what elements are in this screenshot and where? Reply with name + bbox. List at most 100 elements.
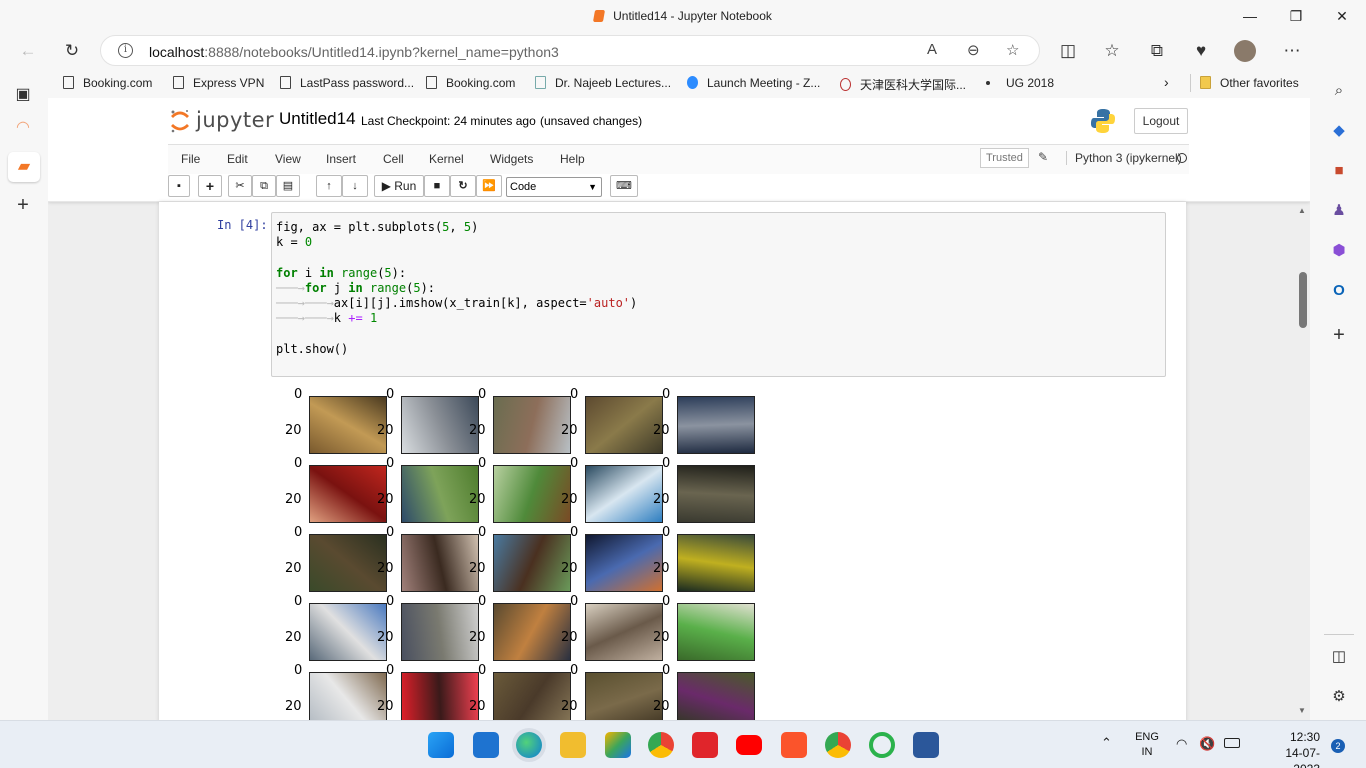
wifi-icon[interactable]: ◠ [1176,736,1187,752]
add-sidebar-app-icon[interactable]: + [1328,324,1350,346]
edge-browser-icon[interactable] [516,732,542,758]
favorite-link[interactable]: Express VPN [173,76,264,90]
read-aloud-icon[interactable]: A [927,41,937,58]
more-menu-icon[interactable]: ⋯ [1281,40,1303,62]
file-explorer-icon[interactable] [560,732,586,758]
language-indicator[interactable]: ENG IN [1134,730,1160,760]
minimize-button[interactable]: — [1240,6,1260,26]
word-icon[interactable] [913,732,939,758]
menu-cell[interactable]: Cell [383,152,404,166]
subplot-image [401,672,479,720]
system-clock[interactable]: 12:3014-07-2023 [1280,729,1320,768]
move-down-icon[interactable]: ↓ [342,175,368,197]
y-tick-label: 20 [653,699,670,714]
edit-pencil-icon[interactable]: ✎ [1038,150,1048,164]
refresh-icon[interactable]: ↻ [61,40,83,62]
zoom-icon[interactable]: ⊖ [967,41,980,59]
loading-tab-icon[interactable]: ◠ [12,117,34,139]
search-icon[interactable]: ⌕ [1328,80,1350,102]
games-icon[interactable]: ♟ [1328,200,1350,222]
folder-icon [1200,76,1211,89]
save-icon[interactable]: ▪ [168,175,190,197]
outlook-icon[interactable]: O [1328,280,1350,302]
favorite-link[interactable]: Booking.com [426,76,515,90]
menu-kernel[interactable]: Kernel [429,152,464,166]
run-button[interactable]: ▶ Run [374,175,424,197]
other-favorites[interactable]: Other favorites [1200,76,1299,90]
favorites-icon[interactable]: ☆ [1101,40,1123,62]
code-text[interactable]: fig, ax = plt.subplots(5, 5) k = 0 for i… [276,220,637,357]
paste-icon[interactable]: ▤ [276,175,300,197]
brave-icon[interactable] [781,732,807,758]
menu-widgets[interactable]: Widgets [490,152,533,166]
tools-icon[interactable]: ■ [1328,160,1350,182]
mail-icon[interactable] [473,732,499,758]
subplot-image [493,465,571,523]
trusted-indicator[interactable]: Trusted [980,148,1029,168]
subplot-image [401,465,479,523]
copy-icon[interactable]: ⧉ [252,175,276,197]
favorite-link[interactable]: Launch Meeting - Z... [687,76,820,90]
address-bar[interactable]: i localhost:8888/notebooks/Untitled14.ip… [100,35,1040,66]
url-text[interactable]: localhost:8888/notebooks/Untitled14.ipyn… [149,44,559,60]
favorite-link[interactable]: UG 2018 [986,76,1054,90]
jupyter-tab-icon[interactable]: ▰ [8,152,40,182]
menu-insert[interactable]: Insert [326,152,356,166]
favorite-link[interactable]: 天津医科大学国际... [840,76,966,93]
y-tick-label: 20 [285,492,302,507]
cell-type-select[interactable]: Code ▼ [506,177,602,197]
menu-file[interactable]: File [181,152,200,166]
move-up-icon[interactable]: ↑ [316,175,342,197]
code-cell-input[interactable]: fig, ax = plt.subplots(5, 5) k = 0 for i… [271,212,1166,377]
logout-button[interactable]: Logout [1134,108,1188,134]
chevron-right-icon[interactable]: › [1164,74,1169,90]
scroll-up-icon[interactable]: ▲ [1298,206,1306,215]
favorite-link[interactable]: Booking.com [63,76,152,90]
insert-cell-icon[interactable]: + [198,175,222,197]
show-hidden-icons[interactable]: ⌃ [1101,735,1112,751]
split-screen-icon[interactable]: ◫ [1057,40,1079,62]
menu-edit[interactable]: Edit [227,152,248,166]
sidebar-toggle-icon[interactable]: ◫ [1328,646,1350,668]
microsoft-365-icon[interactable]: ⬢ [1328,240,1350,262]
menu-help[interactable]: Help [560,152,585,166]
cut-icon[interactable]: ✂ [228,175,252,197]
page-scrollbar[interactable]: ▲ ▼ [1296,202,1310,720]
command-palette-icon[interactable]: ⌨ [610,175,638,197]
dot-icon [986,81,990,85]
wps-office-icon[interactable] [692,732,718,758]
restart-run-all-icon[interactable]: ⏩ [476,175,502,197]
back-icon[interactable]: ← [17,40,39,62]
app-ring-icon[interactable] [869,732,895,758]
tab-actions-icon[interactable]: ▣ [12,84,34,106]
site-info-icon[interactable]: i [118,43,133,58]
start-icon[interactable] [428,732,454,758]
y-tick-label: 20 [377,699,394,714]
new-tab-icon[interactable]: + [12,194,34,216]
scroll-down-icon[interactable]: ▼ [1298,706,1306,715]
app-icon[interactable] [605,732,631,758]
chrome-profile-icon[interactable] [825,732,851,758]
profile-avatar[interactable] [1234,40,1256,62]
health-icon[interactable]: ♥ [1190,40,1212,62]
notebook-name[interactable]: Untitled14 [279,109,356,129]
chrome-icon[interactable] [648,732,674,758]
y-tick-label: 20 [377,423,394,438]
close-window-button[interactable]: ✕ [1332,6,1352,26]
interrupt-icon[interactable]: ■ [424,175,450,197]
notification-badge[interactable]: 2 [1331,739,1345,753]
battery-icon[interactable] [1224,738,1240,748]
favorite-link[interactable]: LastPass password... [280,76,414,90]
favorite-star-icon[interactable]: ☆ [1006,41,1019,59]
restart-icon[interactable]: ↻ [450,175,476,197]
y-tick-label: 0 [478,525,487,540]
youtube-icon[interactable] [736,735,762,755]
settings-gear-icon[interactable]: ⚙ [1328,686,1350,708]
favorite-link[interactable]: Dr. Najeeb Lectures... [535,76,671,90]
shopping-tag-icon[interactable]: ◆ [1328,120,1350,142]
collections-icon[interactable]: ⧉ [1146,40,1168,62]
volume-muted-icon[interactable]: 🔇 [1199,736,1215,752]
maximize-button[interactable]: ❐ [1286,6,1306,26]
scrollbar-thumb[interactable] [1299,272,1307,328]
menu-view[interactable]: View [275,152,301,166]
